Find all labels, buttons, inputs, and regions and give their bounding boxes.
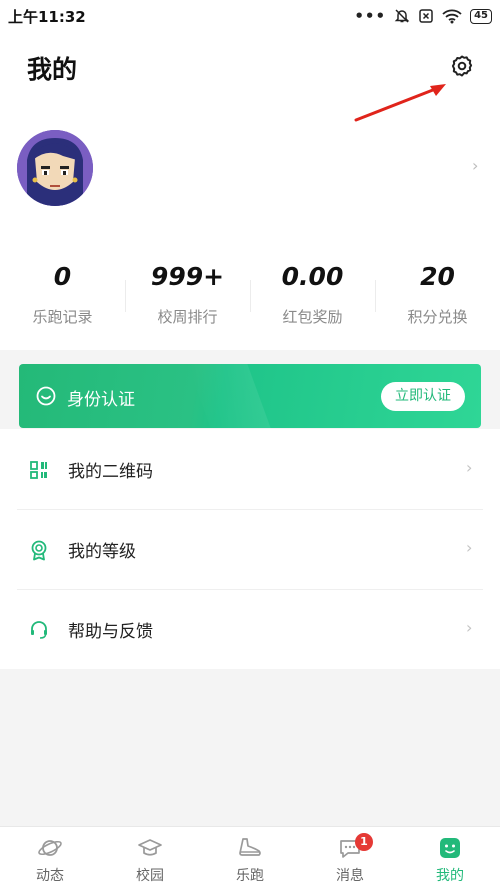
- stat-label: 校周排行: [157, 308, 218, 326]
- stat-label: 红包奖励: [282, 308, 343, 326]
- headset-icon: [31, 621, 47, 639]
- stat-value: 0.00: [281, 262, 344, 291]
- tab-label: 我的: [436, 868, 464, 884]
- stats-row: 0 乐跑记录 999+ 校周排行 0.00 红包奖励 20 积分兑换: [0, 260, 500, 332]
- tab-run[interactable]: 乐跑: [200, 827, 300, 889]
- stat-label: 积分兑换: [407, 308, 468, 326]
- avatar-portrait-icon: [17, 130, 93, 206]
- battery-level: 45: [470, 8, 492, 24]
- page-title: 我的: [27, 55, 78, 84]
- menu-item-qr-code[interactable]: 我的二维码 ›: [0, 429, 500, 509]
- tab-messages[interactable]: 1 消息: [300, 827, 400, 889]
- wifi-icon: [442, 9, 462, 24]
- menu-label: 我的等级: [68, 542, 136, 562]
- more-dots-icon: •••: [354, 7, 387, 25]
- tab-label: 动态: [36, 868, 64, 884]
- profile-header: 我的 › 0 乐跑记录 999+ 校周排行 0.00 红包奖励 20 积分兑换: [0, 32, 500, 350]
- stat-run-records[interactable]: 0 乐跑记录: [0, 260, 125, 332]
- gear-icon: [451, 55, 473, 77]
- shoe-icon: [239, 838, 261, 856]
- status-time: 上午11:32: [8, 8, 86, 26]
- settings-button[interactable]: [446, 50, 478, 82]
- bottom-tab-bar: 动态 校园 乐跑 1 消息 我的: [0, 826, 500, 889]
- stat-value: 20: [420, 262, 455, 291]
- chevron-right-icon: ›: [466, 618, 473, 637]
- status-icons: ••• 45: [354, 7, 492, 25]
- profile-icon: [440, 838, 460, 858]
- mute-bell-icon: [394, 9, 410, 23]
- menu-label: 帮助与反馈: [68, 622, 153, 642]
- tab-campus[interactable]: 校园: [100, 827, 200, 889]
- menu-label: 我的二维码: [68, 462, 153, 482]
- stat-value: 0: [53, 262, 72, 291]
- annotation-arrow: [354, 84, 446, 122]
- chevron-right-icon: ›: [466, 538, 473, 557]
- verify-now-button[interactable]: 立即认证: [381, 382, 465, 411]
- chevron-right-icon: ›: [466, 458, 473, 477]
- planet-icon: [38, 840, 62, 856]
- stat-label: 乐跑记录: [32, 308, 93, 326]
- status-bar: 上午11:32 ••• 45: [0, 0, 500, 32]
- profile-chevron-icon[interactable]: ›: [472, 156, 478, 175]
- verify-label: 身份认证: [67, 390, 135, 410]
- stat-weekly-rank[interactable]: 999+ 校周排行: [125, 260, 250, 332]
- menu-item-level[interactable]: 我的等级 ›: [0, 509, 500, 589]
- tab-label: 消息: [336, 868, 364, 884]
- badge-icon: [31, 540, 47, 561]
- tab-profile[interactable]: 我的: [400, 827, 500, 889]
- graduation-cap-icon: [138, 839, 162, 856]
- smile-shield-icon: [36, 386, 56, 406]
- menu-list: 我的二维码 › 我的等级 › 帮助与反馈 ›: [0, 429, 500, 669]
- avatar[interactable]: [17, 130, 93, 206]
- stat-points[interactable]: 20 积分兑换: [375, 260, 500, 332]
- sim-card-icon: [419, 9, 433, 23]
- menu-item-help-feedback[interactable]: 帮助与反馈 ›: [0, 589, 500, 669]
- tab-label: 校园: [136, 868, 164, 884]
- stat-red-packet[interactable]: 0.00 红包奖励: [250, 260, 375, 332]
- tab-feed[interactable]: 动态: [0, 827, 100, 889]
- stat-value: 999+: [150, 262, 225, 291]
- unread-badge: 1: [355, 833, 373, 851]
- identity-verify-banner[interactable]: 身份认证 立即认证: [19, 364, 481, 428]
- qr-code-icon: [30, 461, 47, 479]
- tab-label: 乐跑: [236, 868, 264, 884]
